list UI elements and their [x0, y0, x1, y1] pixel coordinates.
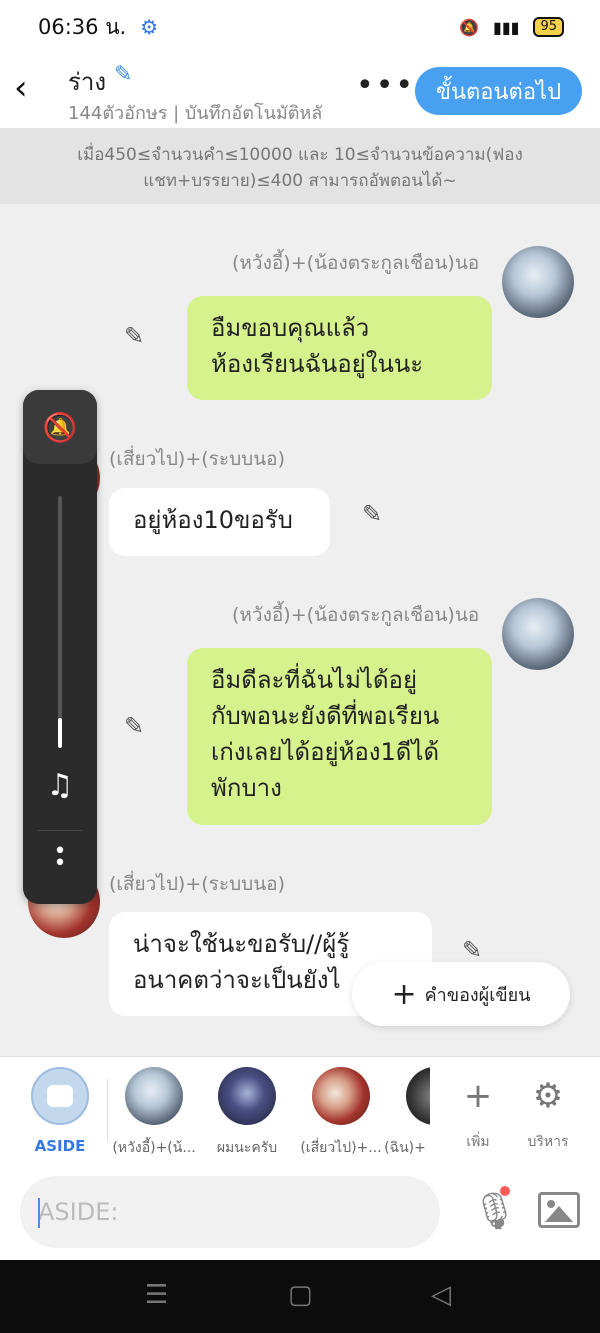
status-time: 06:36 น.	[38, 14, 127, 39]
menu-icon[interactable]: ☰	[145, 1280, 168, 1310]
input-bar: 🎙	[0, 1164, 600, 1260]
character-label: (ฉิน)+	[384, 1140, 426, 1156]
notification-dot	[500, 1186, 510, 1196]
next-step-button[interactable]: ขั้นตอนต่อไป	[415, 67, 582, 115]
gear-icon: ⚙	[532, 1076, 564, 1116]
add-character-button[interactable]: + เพิ่ม	[448, 1071, 508, 1153]
image-icon[interactable]	[538, 1192, 580, 1228]
avatar	[406, 1067, 430, 1125]
status-icons: 🔕 ▮▮▮ 95	[459, 17, 564, 37]
music-note-icon[interactable]: ♫	[23, 768, 97, 803]
microphone-icon[interactable]: 🎙	[472, 1190, 518, 1232]
back-icon[interactable]: ‹	[14, 68, 44, 108]
edit-pencil-icon[interactable]: ✎	[124, 322, 144, 350]
text-caret	[38, 1198, 40, 1228]
avatar	[312, 1067, 370, 1125]
page-subtitle: 144ตัวอักษร | บันทึกอัตโนมัติหลั	[68, 103, 323, 124]
back-nav-icon[interactable]: ◁	[431, 1280, 451, 1310]
message-sender: (หวังอี้)+(น้องตระกูลเชือน)นอ	[232, 252, 480, 274]
character-label: ผมนะครับ	[216, 1140, 278, 1156]
message-input[interactable]	[20, 1176, 440, 1248]
home-icon[interactable]: ▢	[288, 1280, 313, 1310]
notice-banner: เมื่อ450≤จำนวนคำ≤10000 และ 10≤จำนวนข้อคว…	[0, 128, 600, 204]
header: ‹ ร่าง ✎ 144ตัวอักษร | บันทึกอัตโนมัติหล…	[0, 54, 600, 128]
avatar[interactable]	[502, 598, 574, 670]
avatar	[125, 1067, 183, 1125]
message-sender: (เสี่ยวไป)+(ระบบนอ)	[109, 448, 286, 470]
character-item[interactable]: (เสี่ยวไป)+...	[296, 1067, 386, 1159]
divider	[107, 1079, 108, 1141]
avatar	[218, 1067, 276, 1125]
author-note-button[interactable]: + คำของผู้เขียน	[352, 962, 570, 1026]
character-label: (หวังอี้)+(น้...	[112, 1140, 196, 1156]
more-vertical-icon[interactable]: • •	[23, 841, 97, 875]
volume-slider-track[interactable]	[58, 496, 62, 740]
manage-label: บริหาร	[527, 1134, 569, 1150]
divider	[37, 830, 83, 831]
plus-icon: +	[463, 1076, 493, 1116]
edit-pencil-icon[interactable]: ✎	[362, 500, 382, 528]
character-item[interactable]: (หวังอี้)+(น้...	[109, 1067, 199, 1159]
message-bubble[interactable]: อยู่ห้อง10ขอรับ	[109, 488, 330, 556]
mute-icon: 🔕	[459, 17, 480, 37]
volume-panel: 🔕 ♫ • •	[23, 390, 97, 904]
more-icon[interactable]: •••	[356, 68, 415, 103]
volume-slider-fill[interactable]	[58, 718, 62, 748]
character-aside[interactable]: ASIDE	[15, 1067, 105, 1155]
edit-pencil-icon[interactable]: ✎	[124, 712, 144, 740]
message-bubble[interactable]: อืมขอบคุณแล้ว ห้องเรียนฉันอยู่ในนะ	[187, 296, 492, 400]
character-label: ASIDE	[34, 1137, 86, 1155]
settings-gear-icon: ⚙	[140, 15, 159, 39]
message-sender: (เสี่ยวไป)+(ระบบนอ)	[109, 873, 286, 895]
author-note-label: คำของผู้เขียน	[424, 984, 531, 1006]
page-title: ร่าง	[68, 68, 107, 96]
character-item[interactable]: ผมนะครับ	[202, 1067, 292, 1159]
aside-icon	[31, 1067, 89, 1125]
system-nav-bar: ☰ ▢ ◁	[0, 1260, 600, 1333]
avatar[interactable]	[502, 246, 574, 318]
status-bar: 06:36 น. ⚙ 🔕 ▮▮▮ 95	[0, 0, 600, 54]
add-label: เพิ่ม	[466, 1134, 490, 1150]
message-sender: (หวังอี้)+(น้องตระกูลเชือน)นอ	[232, 604, 480, 626]
manage-button[interactable]: ⚙ บริหาร	[518, 1071, 578, 1153]
character-label: (เสี่ยวไป)+...	[300, 1140, 382, 1156]
signal-icon: ▮▮▮	[493, 17, 520, 37]
edit-pencil-icon[interactable]: ✎	[462, 936, 482, 964]
mute-bell-icon[interactable]: 🔕	[23, 390, 97, 464]
character-bar: ASIDE (หวังอี้)+(น้... ผมนะครับ (เสี่ยวไ…	[0, 1056, 600, 1164]
plus-icon: +	[391, 976, 417, 1012]
battery-badge: 95	[533, 17, 564, 37]
character-item[interactable]: (ฉิน)+	[380, 1067, 430, 1159]
edit-title-icon[interactable]: ✎	[114, 62, 132, 87]
message-bubble[interactable]: อืมดีละที่ฉันไม่ได้อยู่ กับพอนะยังดีที่พ…	[187, 648, 492, 825]
